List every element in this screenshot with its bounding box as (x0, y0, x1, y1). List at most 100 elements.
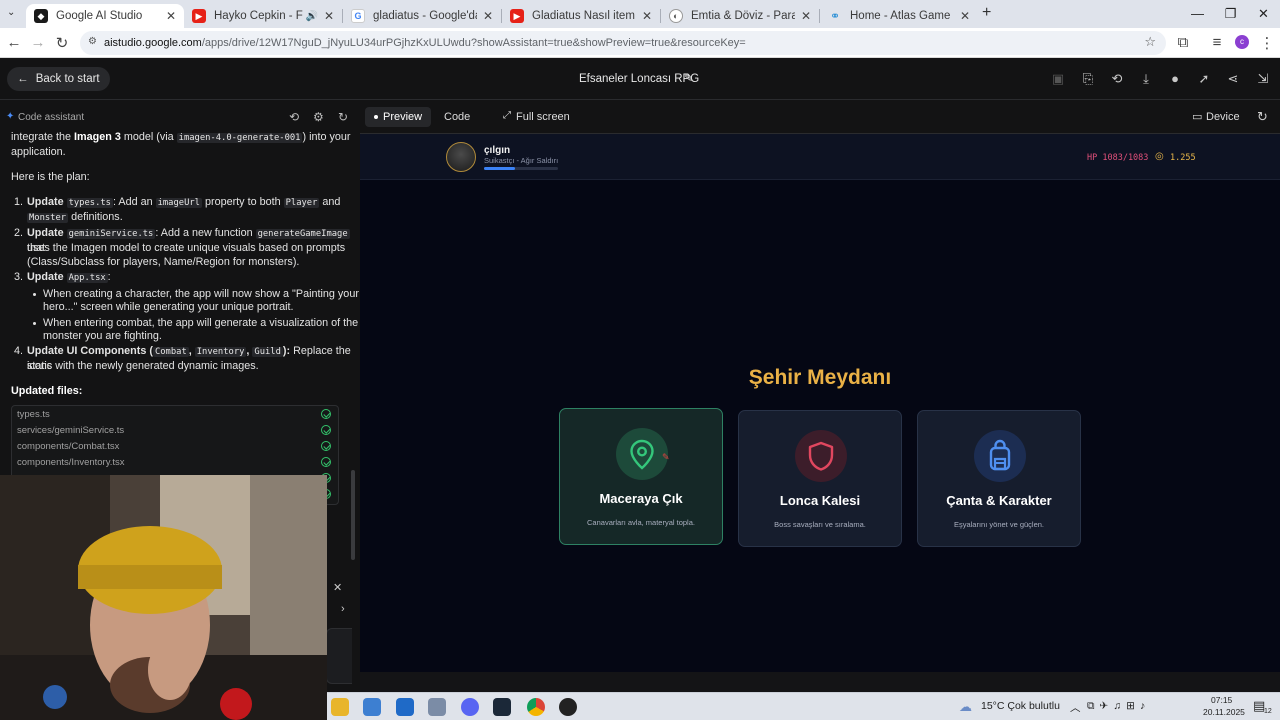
history-icon[interactable]: ⟲ (1109, 71, 1125, 87)
close-tab-icon[interactable]: ✕ (483, 9, 493, 23)
inline-code: Guild (252, 347, 283, 357)
close-tab-icon[interactable]: ✕ (166, 9, 176, 23)
steam-icon[interactable] (493, 698, 511, 716)
new-tab-button[interactable]: + (982, 4, 991, 22)
tab-youtube[interactable]: ▶ Hayko Cepkin - Fırtınam - Y 🔊 ✕ (184, 4, 342, 28)
tray-overflow-icon[interactable]: ︿ (1070, 700, 1081, 715)
address-bar-row: ← → ↻ ⚙ aistudio.google.com/apps/drive/1… (0, 28, 1280, 58)
edit-pencil-icon[interactable]: ✎ (684, 71, 694, 85)
chat-input-area[interactable] (326, 628, 352, 684)
card-description: Canavarları avla, materyal topla. (587, 518, 695, 527)
close-window-icon[interactable]: ✕ (1247, 0, 1280, 28)
minimize-icon[interactable]: — (1181, 0, 1214, 28)
globe-favicon-icon: ◐ (669, 9, 683, 23)
list-number: 4. (14, 345, 24, 357)
save-icon[interactable]: ▣ (1050, 71, 1066, 87)
discord-icon[interactable] (461, 698, 479, 716)
back-to-start-button[interactable]: ← Back to start (7, 67, 110, 91)
history-icon[interactable]: ⟲ (289, 110, 299, 124)
close-tab-icon[interactable]: ✕ (324, 9, 334, 23)
profile-avatar[interactable]: c (1235, 35, 1249, 49)
clock-time[interactable]: 07:15 (1211, 695, 1232, 705)
file-item[interactable]: components/Combat.tsx (17, 441, 119, 452)
hp-readout: HP 1083/1083 (1087, 153, 1149, 163)
plan-step-3: Update App.tsx: (27, 270, 111, 285)
tab-code[interactable]: Code (444, 111, 470, 123)
close-tab-icon[interactable]: ✕ (642, 9, 652, 23)
backpack-icon (989, 439, 1011, 471)
browser-menu-icon[interactable]: ⋮ (1258, 34, 1276, 52)
store-icon[interactable] (363, 698, 381, 716)
close-tab-icon[interactable]: ✕ (801, 9, 811, 23)
reload-icon[interactable]: ↻ (53, 34, 71, 52)
list-number: 2. (14, 227, 24, 239)
recorder-icon[interactable] (559, 698, 577, 716)
refresh-preview-icon[interactable]: ↻ (1257, 109, 1268, 125)
weather-text[interactable]: 15°C Çok bulutlu (981, 700, 1060, 712)
github-icon[interactable]: ● (1167, 71, 1183, 86)
clock-date[interactable]: 20.11.2025 (1203, 707, 1245, 717)
file-item[interactable]: components/Inventory.tsx (17, 457, 125, 468)
card-guild-castle[interactable]: Lonca Kalesi Boss savaşları ve sıralama. (738, 410, 902, 547)
tab-atlas-game[interactable]: ⚭ Home - Atlas Game ✕ (820, 4, 978, 28)
webcam-overlay (0, 475, 327, 720)
back-to-start-label: Back to start (35, 73, 100, 85)
device-button[interactable]: Device (1206, 111, 1240, 123)
tab-google-search[interactable]: G gladiatus - Google'da Ara ✕ (343, 4, 501, 28)
tab-full-screen[interactable]: Full screen (516, 111, 570, 123)
chrome-icon[interactable] (527, 698, 545, 716)
browser-tab-bar: ⌄ ◆ Google AI Studio ✕ ▶ Hayko Cepkin - … (0, 0, 1280, 28)
chevron-right-icon[interactable]: › (341, 603, 345, 615)
back-arrow-icon[interactable]: ← (5, 34, 23, 51)
notification-count: 12 (1264, 708, 1272, 715)
scene-title: Şehir Meydanı (748, 366, 892, 389)
settings-gear-icon[interactable]: ⚙ (313, 110, 324, 124)
omnibox[interactable]: ⚙ aistudio.google.com/apps/drive/12W17Ng… (80, 31, 1166, 55)
card-description: Boss savaşları ve sıralama. (774, 520, 866, 529)
app-icon[interactable] (428, 698, 446, 716)
outlook-icon[interactable] (396, 698, 414, 716)
card-adventure[interactable]: Maceraya Çık Canavarları avla, materyal … (559, 408, 723, 545)
text: : (107, 271, 111, 283)
file-item[interactable]: services/geminiService.ts (17, 425, 124, 436)
forward-arrow-icon[interactable]: → (29, 34, 47, 51)
media-control-icon[interactable]: ≡ (1208, 34, 1226, 51)
download-icon[interactable]: ⤓ (1138, 71, 1154, 87)
extensions-icon[interactable]: ⧉ (1174, 34, 1192, 51)
plan-step-2-line3: (Class/Subclass for players, Name/Region… (27, 256, 300, 268)
deploy-rocket-icon[interactable]: ➚ (1196, 71, 1212, 87)
panel-scrollbar[interactable] (351, 470, 355, 560)
file-explorer-icon[interactable] (331, 698, 349, 716)
tab-preview[interactable]: Preview (365, 107, 432, 127)
project-title: Efsaneler Loncası RPG (579, 73, 700, 85)
checkpoint-icon[interactable]: ⎘ (1080, 71, 1096, 87)
inline-code: generateGameImage (255, 229, 350, 239)
close-icon[interactable]: ✕ (333, 581, 342, 594)
inline-code: Player (283, 198, 320, 208)
tab-youtube-gladiatus[interactable]: ▶ Gladiatus Nasıl item kombini ya ✕ (502, 4, 660, 28)
tray-icons[interactable]: ⧉✈♫⊞♪ (1087, 700, 1150, 713)
tab-title: Google AI Studio (56, 10, 143, 22)
inline-code: Inventory (194, 347, 247, 357)
tab-title: Home - Atlas Game (850, 10, 951, 22)
link-favicon-icon: ⚭ (829, 9, 841, 23)
text: : Add an (112, 196, 156, 208)
url-text[interactable]: aistudio.google.com/apps/drive/12W17NguD… (104, 37, 746, 49)
tab-google-ai-studio[interactable]: ◆ Google AI Studio ✕ (26, 4, 184, 28)
tab-paralika[interactable]: ◐ Emtia & Döviz - Paralika ✕ (661, 4, 819, 28)
close-tab-icon[interactable]: ✕ (960, 9, 970, 23)
tab-search-chevron-icon[interactable]: ⌄ (7, 7, 15, 18)
bookmark-star-icon[interactable]: ☆ (1144, 34, 1156, 50)
speaker-icon[interactable]: 🔊 (305, 11, 317, 22)
file-item[interactable]: types.ts (17, 409, 50, 420)
card-bag-character[interactable]: Çanta & Karakter Eşyalarını yönet ve güç… (917, 410, 1081, 547)
site-info-icon[interactable]: ⚙ (88, 36, 97, 47)
share-icon[interactable]: ⋖ (1225, 71, 1241, 87)
restore-icon[interactable]: ❐ (1214, 0, 1247, 28)
text-bold: Update (27, 196, 67, 208)
refresh-icon[interactable]: ↻ (338, 110, 348, 124)
collapse-icon[interactable]: ⇲ (1255, 71, 1271, 87)
text-bold: Updated files: (11, 385, 83, 397)
check-circle-icon (321, 457, 331, 467)
player-avatar[interactable] (446, 142, 476, 172)
